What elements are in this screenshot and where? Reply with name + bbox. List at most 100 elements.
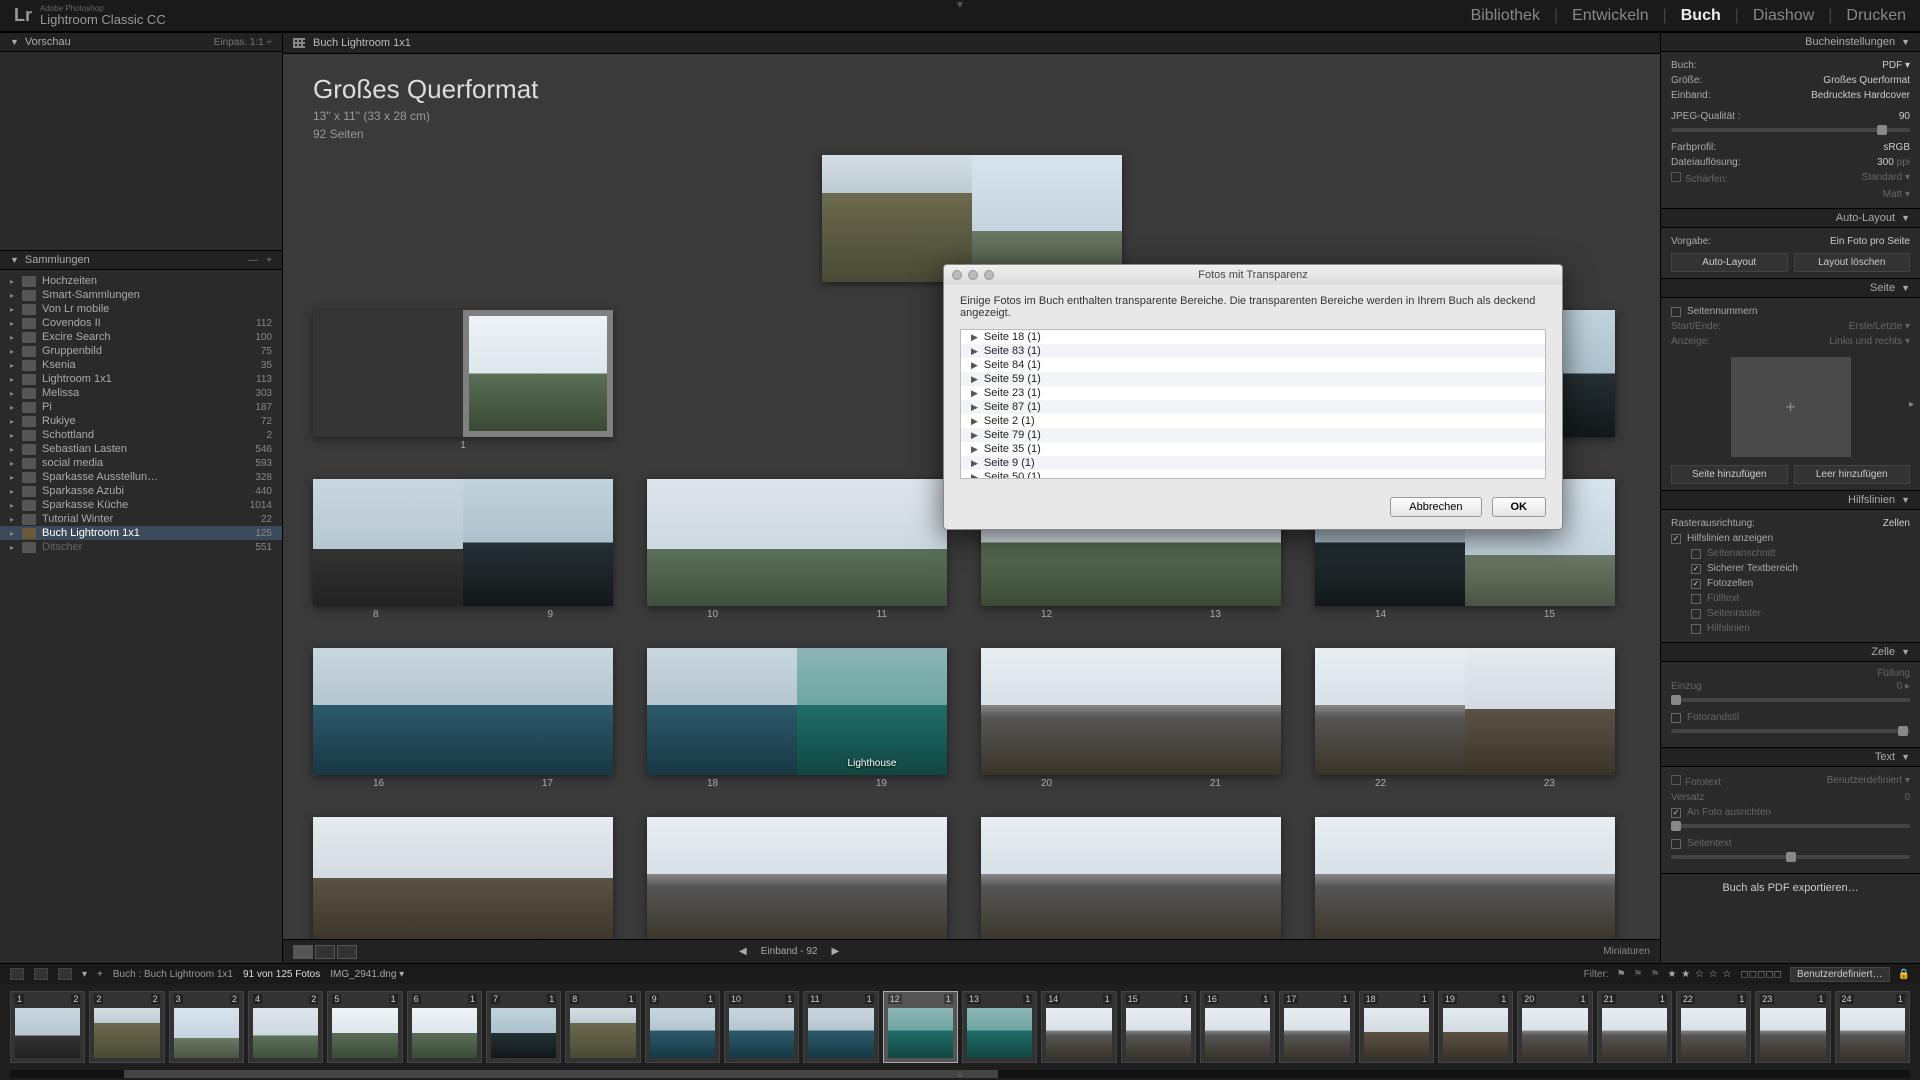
section-auto-layout[interactable]: Auto-Layout▼ <box>1661 208 1920 228</box>
panel-toggle-top[interactable]: ▼ <box>955 0 965 11</box>
export-pdf-button[interactable]: Buch als PDF exportieren… <box>1661 873 1920 902</box>
book-spread[interactable]: 1011 <box>647 479 947 620</box>
dialog-list-item[interactable]: ▶Seite 83 (1) <box>961 344 1545 358</box>
book-grid-view[interactable]: Großes Querformat 13" x 11" (33 x 28 cm)… <box>283 54 1660 939</box>
collection-item[interactable]: ▸Smart-Sammlungen <box>0 288 282 302</box>
filmstrip-thumb[interactable]: 241 <box>1835 991 1910 1063</box>
module-entwickeln[interactable]: Entwickeln <box>1572 7 1648 25</box>
color-labels[interactable]: ◻◻◻◻◻ <box>1740 969 1782 980</box>
second-window-2-icon[interactable] <box>34 968 48 980</box>
page-layout-preview[interactable]: + <box>1731 357 1851 457</box>
section-page[interactable]: Seite▼ <box>1661 278 1920 298</box>
ok-button[interactable]: OK <box>1492 497 1547 517</box>
book-format-select[interactable]: PDF ▾ <box>1882 60 1910 71</box>
book-spread[interactable]: Lighthouse 1819 <box>647 648 947 789</box>
clear-layout-button[interactable]: Layout löschen <box>1794 253 1911 272</box>
guide-filltext-checkbox[interactable]: Fülltext <box>1691 591 1910 606</box>
grid-tool-icon[interactable] <box>58 968 72 980</box>
filmstrip-thumb[interactable]: 81 <box>565 991 640 1063</box>
show-guides-checkbox[interactable]: ✓Hilfslinien anzeigen <box>1671 531 1910 546</box>
collection-item[interactable]: ▸Covendos II112 <box>0 316 282 330</box>
filmstrip-thumb[interactable]: 91 <box>645 991 720 1063</box>
filmstrip-thumb[interactable]: 191 <box>1438 991 1513 1063</box>
border-slider[interactable] <box>1671 729 1910 733</box>
book-spread[interactable]: 2627 <box>647 817 947 939</box>
view-mode-toggles[interactable] <box>293 945 357 959</box>
add-blank-button[interactable]: Leer hinzufügen <box>1794 465 1911 484</box>
guide-safetext-checkbox[interactable]: ✓Sicherer Textbereich <box>1691 561 1910 576</box>
dialog-list-item[interactable]: ▶Seite 35 (1) <box>961 442 1545 456</box>
dialog-list-item[interactable]: ▶Seite 23 (1) <box>961 386 1545 400</box>
collection-item[interactable]: ▸Ditscher551 <box>0 540 282 554</box>
flag-reject-icon[interactable]: ⚑ <box>1651 969 1660 980</box>
filmstrip-thumb[interactable]: 71 <box>486 991 561 1063</box>
collection-item[interactable]: ▸Sparkasse Azubi440 <box>0 484 282 498</box>
collection-item[interactable]: ▸Melissa303 <box>0 386 282 400</box>
collection-item[interactable]: ▸Buch Lightroom 1x1125 <box>0 526 282 540</box>
padding-slider[interactable] <box>1671 698 1910 702</box>
page-text-slider[interactable] <box>1671 855 1910 859</box>
book-spread[interactable]: 2223 <box>1315 648 1615 789</box>
dialog-list-item[interactable]: ▶Seite 59 (1) <box>961 372 1545 386</box>
window-controls[interactable] <box>952 270 994 280</box>
dialog-list-item[interactable]: ▶Seite 79 (1) <box>961 428 1545 442</box>
offset-slider[interactable] <box>1671 824 1910 828</box>
dialog-titlebar[interactable]: Fotos mit Transparenz <box>944 265 1562 285</box>
filmstrip-thumb[interactable]: 221 <box>1676 991 1751 1063</box>
page-numbers-checkbox[interactable]: Seitennummern <box>1671 304 1910 319</box>
collection-item[interactable]: ▸Hochzeiten <box>0 274 282 288</box>
flag-off-icon[interactable]: ⚑ <box>1634 969 1643 980</box>
filmstrip-thumb[interactable]: 141 <box>1041 991 1116 1063</box>
dialog-list-item[interactable]: ▶Seite 50 (1) <box>961 470 1545 479</box>
collection-item[interactable]: ▸Gruppenbild75 <box>0 344 282 358</box>
filmstrip-thumb[interactable]: 101 <box>724 991 799 1063</box>
collection-item[interactable]: ▸Sebastian Lasten546 <box>0 442 282 456</box>
jpeg-quality-slider[interactable] <box>1671 128 1910 132</box>
collection-item[interactable]: ▸Sparkasse Küche1014 <box>0 498 282 512</box>
single-page-view-icon[interactable] <box>337 945 357 959</box>
book-spread[interactable]: 2425 <box>313 817 613 939</box>
guide-bleed-checkbox[interactable]: Seitenanschnitt <box>1691 546 1910 561</box>
filmstrip-thumb[interactable]: 22 <box>89 991 164 1063</box>
section-guides[interactable]: Hilfslinien▼ <box>1661 490 1920 510</box>
guide-photocells-checkbox[interactable]: ✓Fotozellen <box>1691 576 1910 591</box>
filmstrip-thumb[interactable]: 211 <box>1597 991 1672 1063</box>
filmstrip-thumb[interactable]: 61 <box>407 991 482 1063</box>
lock-icon[interactable]: 🔒 <box>1898 969 1910 980</box>
collection-item[interactable]: ▸Tutorial Winter22 <box>0 512 282 526</box>
dialog-list-item[interactable]: ▶Seite 84 (1) <box>961 358 1545 372</box>
filmstrip-thumb[interactable]: 171 <box>1279 991 1354 1063</box>
filmstrip-thumb[interactable]: 121 <box>883 991 958 1063</box>
dialog-list-item[interactable]: ▶Seite 87 (1) <box>961 400 1545 414</box>
panel-toggle-bottom[interactable]: ▲ <box>955 1069 965 1080</box>
filmstrip-thumb[interactable]: 161 <box>1200 991 1275 1063</box>
book-spread[interactable]: 1 <box>313 310 613 451</box>
align-to-photo-checkbox[interactable]: ✓An Foto ausrichten <box>1671 805 1910 820</box>
book-cover-spread[interactable] <box>822 155 1122 282</box>
collection-item[interactable]: ▸Excire Search100 <box>0 330 282 344</box>
dialog-list-item[interactable]: ▶Seite 18 (1) <box>961 330 1545 344</box>
dialog-list-item[interactable]: ▶Seite 9 (1) <box>961 456 1545 470</box>
collection-item[interactable]: ▸Lightroom 1x1113 <box>0 372 282 386</box>
multi-page-view-icon[interactable] <box>293 945 313 959</box>
dialog-page-list[interactable]: ▶Seite 18 (1)▶Seite 83 (1)▶Seite 84 (1)▶… <box>960 329 1546 479</box>
preview-panel-header[interactable]: ▼Vorschau Einpas. 1:1 ÷ <box>0 32 282 52</box>
filmstrip-thumb[interactable]: 12 <box>10 991 85 1063</box>
book-spread[interactable]: 1617 <box>313 648 613 789</box>
book-spread[interactable]: 2829 <box>981 817 1281 939</box>
book-spread[interactable]: 3031 <box>1315 817 1615 939</box>
collection-item[interactable]: ▸Pi187 <box>0 400 282 414</box>
filmstrip-thumbs[interactable]: 1222324251617181911011111211311411511611… <box>0 984 1920 1070</box>
dialog-list-item[interactable]: ▶Seite 2 (1) <box>961 414 1545 428</box>
module-diashow[interactable]: Diashow <box>1753 7 1814 25</box>
spread-view-icon[interactable] <box>315 945 335 959</box>
filmstrip-thumb[interactable]: 181 <box>1359 991 1434 1063</box>
jpeg-quality-value[interactable]: 90 <box>1899 111 1910 122</box>
preset-select[interactable]: Ein Foto pro Seite <box>1830 236 1910 247</box>
filmstrip-thumb[interactable]: 32 <box>169 991 244 1063</box>
collection-item[interactable]: ▸Schottland2 <box>0 428 282 442</box>
page-navigator[interactable]: ◀ Einband - 92 ▶ <box>739 946 839 957</box>
collection-item[interactable]: ▸Ksenia35 <box>0 358 282 372</box>
filmstrip-path[interactable]: Buch : Buch Lightroom 1x1 <box>113 969 233 980</box>
rating-filter[interactable]: ★ ★ ☆ ☆ ☆ <box>1667 969 1732 980</box>
